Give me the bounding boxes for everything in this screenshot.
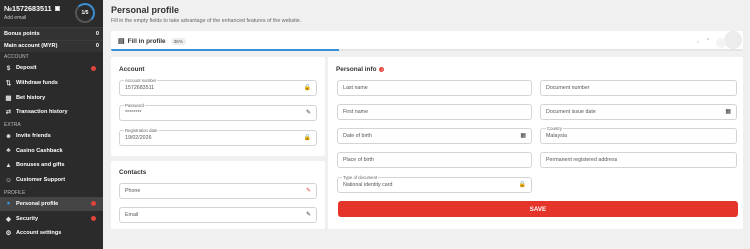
user-id: №1572683511 (4, 4, 52, 13)
document-icon: ▤ (118, 38, 125, 45)
save-button[interactable]: SAVE (338, 201, 738, 217)
sidebar-item-transaction-history[interactable]: ⇄ Transaction history (0, 105, 103, 120)
section-account: ACCOUNT (4, 54, 29, 60)
last-name-field[interactable]: Last name (337, 80, 532, 96)
section-extra: EXTRA (4, 121, 21, 128)
account-number-field: Account number 1572683511 🔒 (119, 77, 317, 96)
history-icon: ▦ (5, 94, 12, 102)
dollar-icon: $ (6, 64, 11, 72)
password-field[interactable]: Password ******** ✎ (119, 102, 317, 121)
type-of-document-field: Type of document National identity card … (337, 174, 532, 193)
email-field[interactable]: Email ✎ (119, 207, 317, 223)
place-of-birth-field[interactable]: Place of birth (337, 152, 532, 168)
edit-icon[interactable]: ✎ (306, 109, 311, 116)
page-title: Personal profile (111, 5, 180, 15)
gift-icon: ▲ (5, 161, 12, 169)
info-icon[interactable]: ! (379, 67, 385, 72)
notification-dot (91, 65, 96, 71)
contacts-title: Contacts (119, 169, 147, 176)
progress-bar-fill (111, 49, 339, 51)
section-profile: PROFILE (4, 189, 26, 196)
sidebar-item-invite-friends[interactable]: ☻ Invite friends (0, 129, 103, 144)
document-issue-date-field[interactable]: Document issue date ▦ (540, 104, 737, 120)
edit-icon[interactable]: ✎ (306, 211, 311, 218)
registration-date-field: Registration date 19/02/2026 🔒 (119, 127, 317, 146)
document-number-field[interactable]: Document number (540, 80, 737, 96)
user-icon: ● (6, 200, 11, 208)
first-name-field[interactable]: First name (337, 104, 532, 120)
date-of-birth-field[interactable]: Date of birth ▦ (337, 128, 532, 144)
notification-dot (91, 216, 96, 222)
sidebar-item-casino-cashback[interactable]: ♣ Casino Cashback (0, 143, 103, 158)
lock-icon: 🔒 (518, 182, 526, 189)
shield-icon: ◆ (6, 215, 11, 223)
lock-icon: 🔒 (303, 135, 311, 142)
cashback-icon: ♣ (6, 147, 11, 155)
country-field[interactable]: Country Malaysia (540, 125, 737, 144)
decoration-graphic (697, 31, 742, 49)
calendar-icon[interactable]: ▦ (725, 108, 731, 115)
level-indicator[interactable]: 1/5 (75, 3, 95, 23)
progress-bar (111, 49, 743, 51)
progress-label: Fill in profile (127, 37, 166, 45)
user-header: №1572683511 ▣ Add email 1/5 (0, 0, 103, 27)
bonus-points-row[interactable]: Bonus points 0 (0, 27, 103, 40)
permanent-address-field[interactable]: Permanent registered address (540, 152, 737, 168)
profile-progress-card: ▤ Fill in profile 36% (111, 31, 743, 51)
page-subtitle: Fill in the empty fields to take advanta… (111, 18, 302, 24)
sidebar: №1572683511 ▣ Add email 1/5 Bonus points… (0, 0, 103, 249)
account-title: Account (119, 66, 145, 73)
support-icon: ☺ (5, 176, 12, 184)
sidebar-item-bet-history[interactable]: ▦ Bet history (0, 90, 103, 105)
sidebar-item-security[interactable]: ◆ Security (0, 211, 103, 226)
phone-field[interactable]: Phone ✎ (119, 183, 317, 199)
sidebar-item-personal-profile[interactable]: ● Personal profile (0, 196, 103, 212)
sidebar-item-support[interactable]: ☺ Customer Support (0, 173, 103, 188)
personal-info-title: Personal info ! (336, 66, 385, 73)
withdraw-icon: ⇅ (5, 80, 12, 88)
friends-icon: ☻ (5, 132, 12, 140)
copy-icon[interactable]: ▣ (55, 5, 61, 12)
sidebar-item-deposit[interactable]: $ Deposit (0, 61, 103, 76)
notification-dot (91, 201, 96, 207)
contacts-card: Contacts Phone ✎ Email ✎ (111, 161, 325, 229)
sidebar-item-account-settings[interactable]: ⚙ Account settings (0, 226, 103, 241)
account-card: Account Account number 1572683511 🔒 Pass… (111, 57, 325, 156)
lock-icon: 🔒 (303, 85, 311, 92)
transactions-icon: ⇄ (5, 109, 12, 117)
sidebar-item-withdraw[interactable]: ⇅ Withdraw funds (0, 76, 103, 91)
sidebar-item-bonuses[interactable]: ▲ Bonuses and gifts (0, 158, 103, 173)
edit-icon[interactable]: ✎ (306, 187, 311, 194)
progress-percent-badge: 36% (170, 37, 186, 45)
calendar-icon[interactable]: ▦ (520, 132, 526, 139)
settings-icon: ⚙ (5, 230, 12, 238)
main-account-row[interactable]: Main account (MYR) 0 (0, 39, 103, 52)
